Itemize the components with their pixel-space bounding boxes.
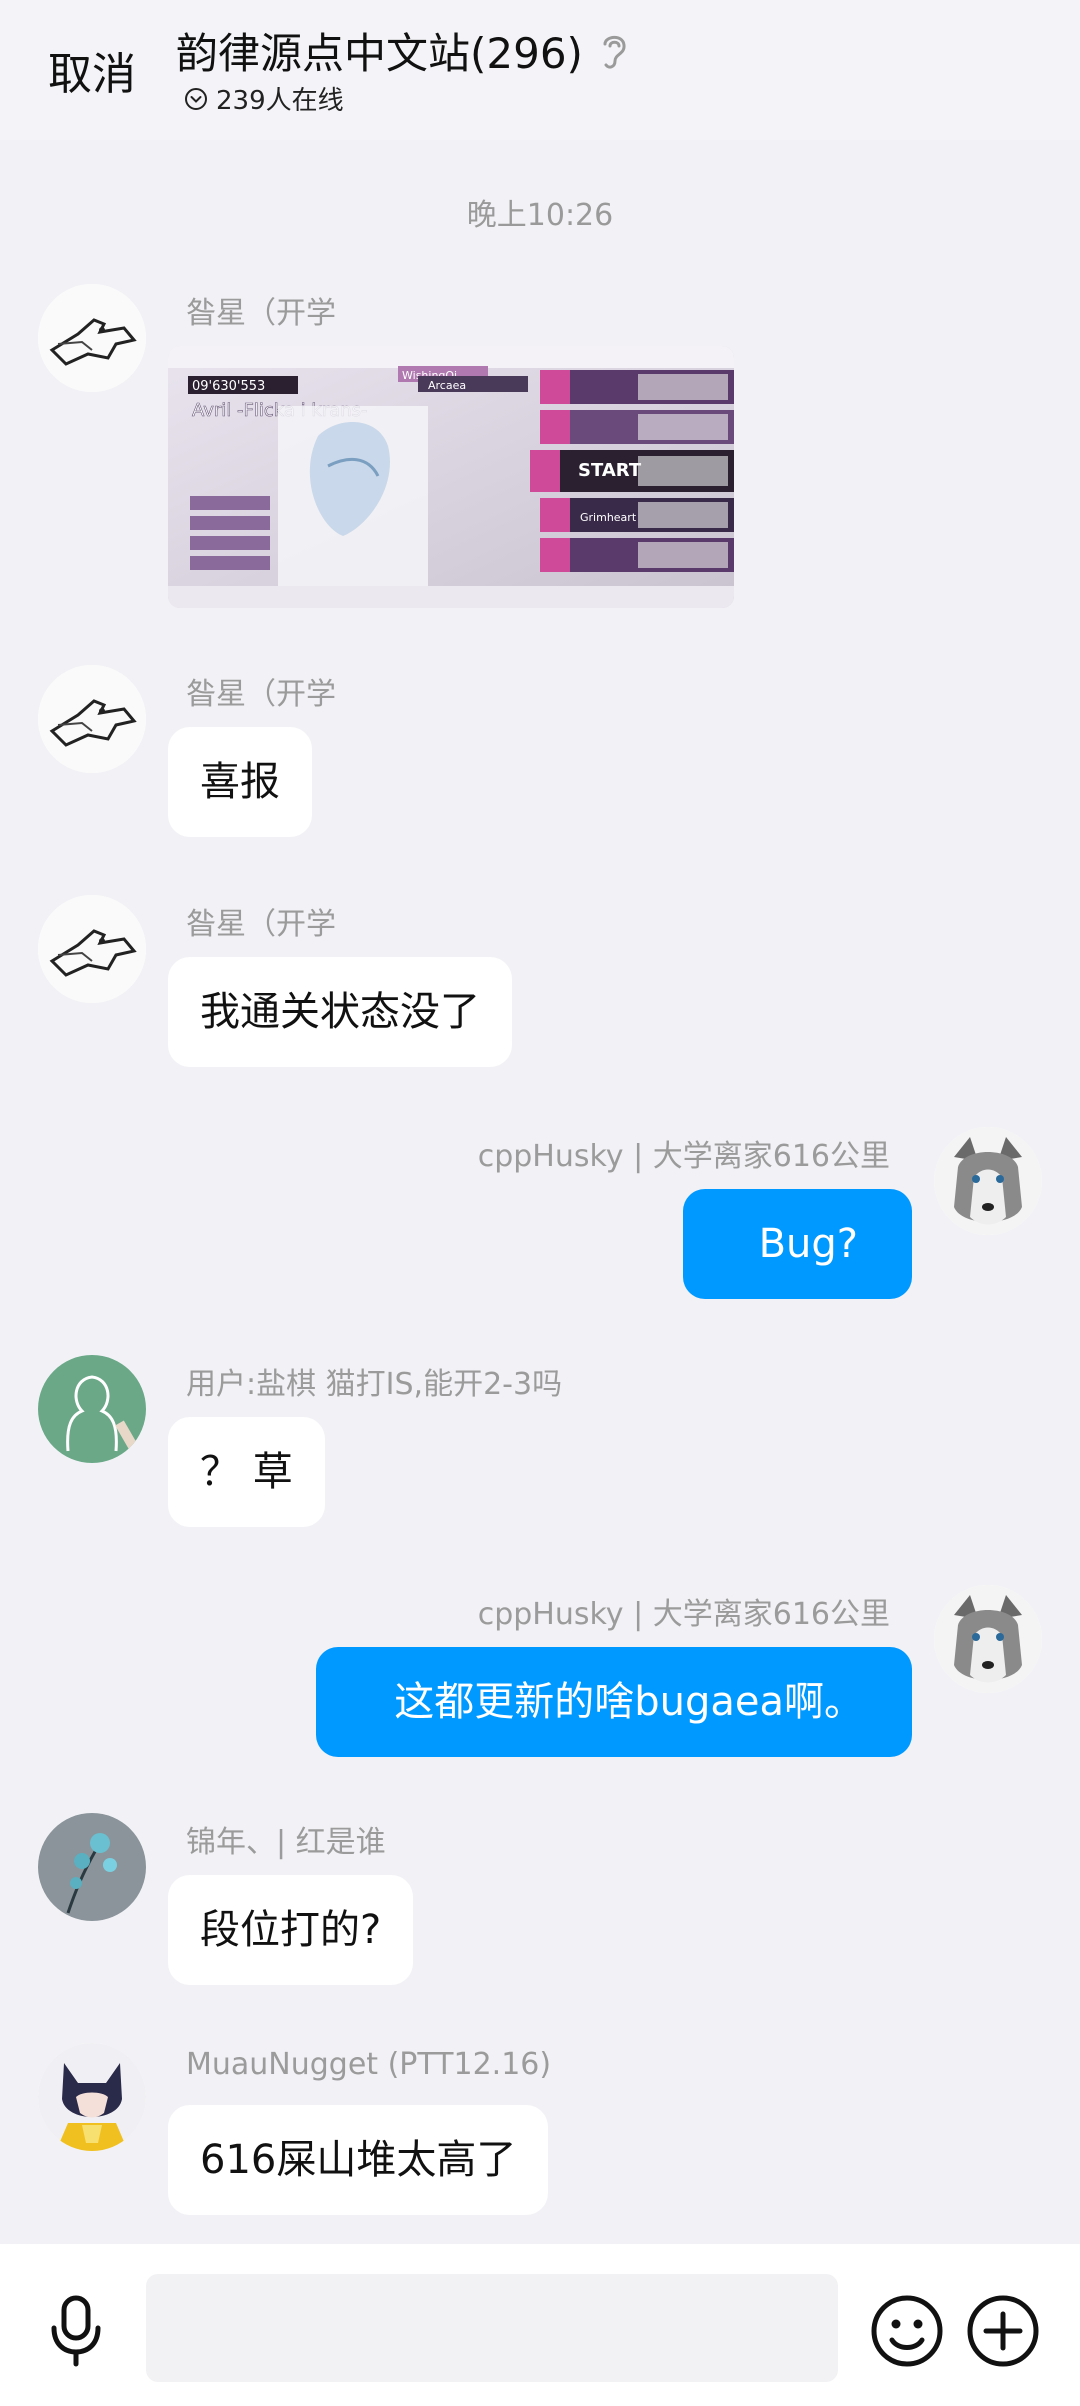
online-text: 239人在线 [216,86,344,116]
online-count[interactable]: 239人在线 [184,80,344,117]
avatar[interactable] [38,1355,146,1463]
sender-name: MuauNugget (PTT12.16) [186,2047,552,2082]
message-bubble[interactable]: Bug? [682,1189,912,1299]
avatar[interactable] [38,284,146,392]
group-title[interactable]: 韵律源点中文站(296) [176,20,631,81]
message-timestamp: 晚上10:26 [466,198,614,233]
sender-name: 昝星（开学 [186,677,336,712]
score-text: 09'630'553 [192,379,265,394]
pack-text: Arcaea [428,379,466,392]
sender-name: 昝星（开学 [186,907,336,942]
chat-header: 取消 韵律源点中文站(296) 239人在线 [0,0,1080,140]
sender-name: 昝星（开学 [186,296,336,331]
ear-icon[interactable] [597,30,631,72]
microphone-icon[interactable] [46,2294,106,2368]
avatar[interactable] [38,895,146,1003]
message-input[interactable] [146,2274,838,2382]
sender-name: 锦年、| 红是谁 [186,1825,386,1860]
input-bar [0,2244,1080,2406]
avatar[interactable] [934,1127,1042,1235]
sender-name: cppHusky | 大学离家616公里 [477,1597,890,1632]
sender-name: cppHusky | 大学离家616公里 [477,1139,890,1174]
emoji-icon[interactable] [870,2294,944,2368]
chevron-down-circle-icon [185,87,207,110]
message-bubble[interactable]: 喜报 [168,727,312,837]
message-bubble[interactable]: 这都更新的啥bugaea啊。 [316,1647,912,1757]
avatar[interactable] [38,2043,146,2151]
avatar[interactable] [934,1585,1042,1693]
avatar[interactable] [38,665,146,773]
group-name: 韵律源点中文站(296) [176,29,583,78]
image-message[interactable]: 09'630'553 Avril -Flicka i krans- Wishin… [168,346,734,608]
message-bubble[interactable]: 我通关状态没了 [168,957,512,1067]
message-bubble[interactable]: 616屎山堆太高了 [168,2105,549,2215]
cancel-button[interactable]: 取消 [48,38,136,102]
start-label: START [578,460,642,481]
message-bubble[interactable]: ？ 草 [168,1417,325,1527]
sender-name: 用户:盐棋 猫打IS,能开2-3吗 [186,1367,563,1402]
message-bubble[interactable]: 段位打的? [168,1875,414,1985]
song-list-item: Grimheart [580,511,637,524]
avatar[interactable] [38,1813,146,1921]
plus-icon[interactable] [966,2294,1040,2368]
